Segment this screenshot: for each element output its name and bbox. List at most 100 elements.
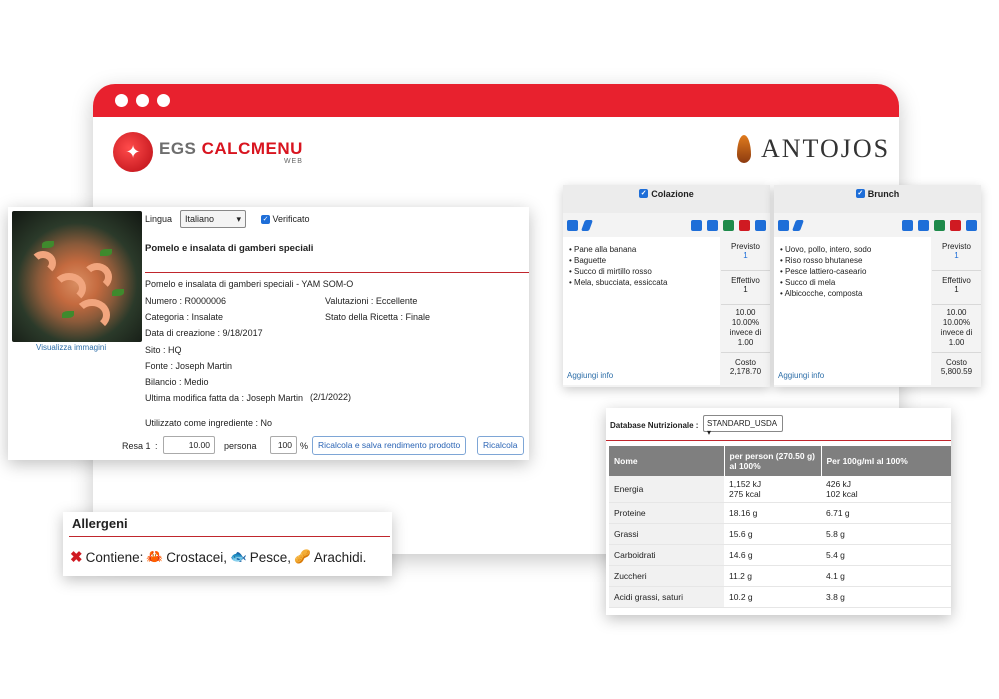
print-green-icon[interactable]	[723, 220, 734, 231]
egs-calcmenu-logo: ✦ EGS CALCMENU WEB	[113, 132, 303, 172]
table-row: Proteine 18.16 g 6.71 g	[609, 502, 951, 524]
peanut-icon: 🥜	[294, 549, 311, 564]
checkbox-checked-icon[interactable]: ✓	[639, 189, 649, 198]
checkbox-checked-icon[interactable]: ✓	[855, 189, 865, 198]
nutrient-per-100: 4.1 g	[821, 565, 951, 587]
language-label: Lingua	[145, 214, 173, 224]
copy-icon[interactable]	[902, 220, 913, 231]
nutrient-per-person: 15.6 g	[724, 523, 821, 545]
nutrient-name: Acidi grassi, saturi	[609, 586, 724, 608]
copy-icon[interactable]	[691, 220, 702, 231]
shrimp-shape	[30, 251, 56, 275]
verified-checkbox[interactable]: ✓ Verificato	[261, 214, 310, 225]
lock-icon[interactable]	[567, 220, 578, 231]
shrimp-shape	[82, 263, 112, 291]
meal-items: • Uovo, pollo, intero, sodo • Riso rosso…	[774, 237, 931, 385]
recipe-photo[interactable]	[12, 211, 142, 342]
print-red-icon[interactable]	[739, 220, 750, 231]
fish-icon: 🐟	[229, 549, 247, 564]
recipe-card: Visualizza immagini Lingua Italiano ▾ ✓ …	[8, 207, 529, 460]
list-item: • Riso rosso bhutanese	[780, 256, 863, 265]
actual-value: 1	[954, 285, 959, 294]
edit-icon[interactable]	[791, 220, 805, 231]
percent-sign: %	[300, 441, 309, 451]
nutrition-db-label: Database Nutrizionale :	[610, 421, 699, 430]
column-header: Nome	[609, 446, 724, 476]
window-dot-3[interactable]	[157, 94, 170, 107]
herb-leaf	[62, 311, 74, 318]
meal-panel-colazione: ✓ Colazione • Pane alla banana • Baguett…	[563, 185, 770, 387]
list-item: • Baguette	[569, 256, 607, 265]
allergen-crustaceans: Crostacei,	[166, 549, 227, 565]
view-images-link[interactable]: Visualizza immagini	[36, 343, 106, 352]
meal-toolbar	[567, 220, 766, 234]
add-info-link[interactable]: Aggiungi info	[778, 371, 824, 380]
planned-label: Previsto	[942, 242, 971, 251]
recalc-button[interactable]: Ricalcola	[477, 436, 524, 455]
cart-icon[interactable]	[966, 220, 977, 231]
planned-value[interactable]: 1	[743, 251, 747, 260]
chevron-down-icon: ▾	[236, 214, 241, 224]
print-icon[interactable]	[918, 220, 929, 231]
cost-value: 5,800.59	[940, 367, 973, 376]
recipe-subtitle: Pomelo e insalata di gamberi speciali - …	[145, 279, 354, 289]
fork-spoon-icon: ✦	[113, 132, 153, 172]
recipe-last-modified-date: (2/1/2022)	[310, 392, 352, 402]
list-item: • Pesce lattiero-caseario	[780, 267, 867, 276]
window-dot-1[interactable]	[115, 94, 128, 107]
cost-label: Costo	[735, 358, 756, 367]
window-dot-2[interactable]	[136, 94, 149, 107]
language-value: Italiano	[185, 214, 215, 224]
meal-name: Brunch	[867, 189, 900, 199]
nutrient-name: Carboidrati	[609, 544, 724, 566]
planned-value[interactable]: 1	[954, 251, 958, 260]
nutrient-per-100: 3.8 g	[821, 586, 951, 608]
language-select[interactable]: Italiano ▾	[180, 210, 246, 228]
print-red-icon[interactable]	[950, 220, 961, 231]
yield-input[interactable]: 10.00	[163, 436, 215, 454]
logo-text-calcmenu: CALCMENU	[201, 138, 303, 158]
add-info-link[interactable]: Aggiungi info	[567, 371, 613, 380]
nutrient-per-person: 11.2 g	[724, 565, 821, 587]
ratio-line: 10.00	[946, 308, 967, 317]
logo-subtext: WEB	[283, 157, 303, 165]
nutrient-per-person: 10.2 g	[724, 586, 821, 608]
nutrition-db-select[interactable]: STANDARD_USDA ▾	[703, 415, 783, 437]
table-row: Energia 1,152 kJ 275 kcal 426 kJ 102 kca…	[609, 476, 951, 503]
table-row: Carboidrati 14.6 g 5.4 g	[609, 544, 951, 566]
recipe-site: Sito : HQ	[145, 345, 182, 355]
recipe-rating: Valutazioni : Eccellente	[325, 296, 418, 306]
cost-label: Costo	[946, 358, 967, 367]
cart-icon[interactable]	[755, 220, 766, 231]
meal-name: Colazione	[651, 189, 694, 199]
meal-panel-brunch: ✓ Brunch • Uovo, pollo, intero, sodo • R…	[774, 185, 981, 387]
recipe-created: Data di creazione : 9/18/2017	[145, 328, 263, 338]
checkbox-checked-icon: ✓	[261, 215, 270, 225]
flame-icon	[735, 133, 753, 165]
cross-icon: ✖	[70, 549, 83, 566]
list-item: • Pane alla banana	[569, 245, 637, 254]
recalc-save-button[interactable]: Ricalcola e salva rendimento prodotto	[312, 436, 467, 455]
edit-icon[interactable]	[580, 220, 594, 231]
crab-icon: 🦀	[146, 549, 164, 564]
percent-input[interactable]: 100	[270, 436, 297, 454]
nutrient-per-person: 14.6 g	[724, 544, 821, 566]
lock-icon[interactable]	[778, 220, 789, 231]
nutrient-name: Zuccheri	[609, 565, 724, 587]
print-green-icon[interactable]	[934, 220, 945, 231]
browser-titlebar	[93, 84, 899, 117]
ratio-line: 1.00	[737, 338, 754, 347]
shrimp-shape	[74, 299, 110, 331]
column-header: per person (270.50 g) al 100%	[723, 446, 821, 476]
allergens-card: Allergeni ✖ Contiene: 🦀 Crostacei, 🐟 Pes…	[63, 512, 392, 576]
divider	[145, 272, 529, 273]
antojos-logo-text: ANTOJOS	[761, 134, 891, 163]
print-icon[interactable]	[707, 220, 718, 231]
recipe-status: Stato della Ricetta : Finale	[325, 312, 431, 322]
nutrient-per-100: 5.4 g	[821, 544, 951, 566]
allergens-title: Allergeni	[72, 516, 128, 531]
cost-value: 2,178.70	[729, 367, 762, 376]
actual-value: 1	[743, 285, 748, 294]
table-row: Zuccheri 11.2 g 4.1 g	[609, 565, 951, 587]
recipe-budget: Bilancio : Medio	[145, 377, 209, 387]
